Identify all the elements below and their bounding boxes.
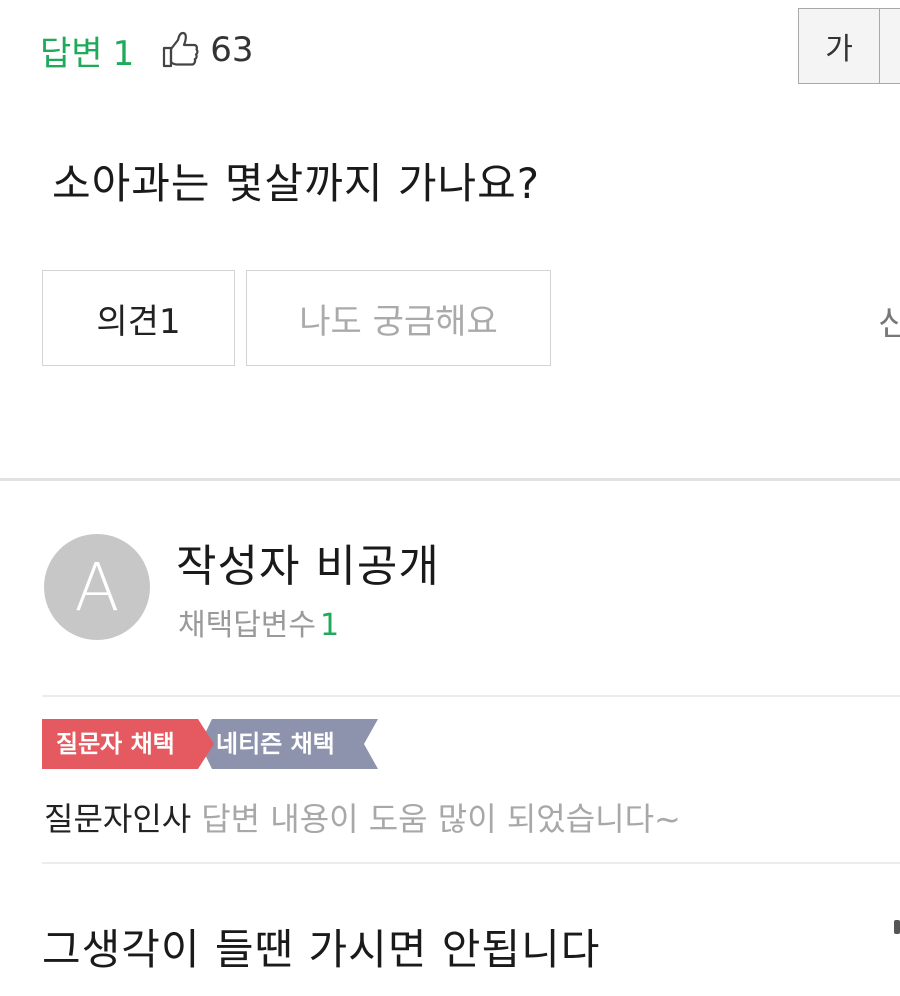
- opinion-label: 의견1: [96, 301, 181, 342]
- questioner-thanks: 질문자인사 답변 내용이 도움 많이 되었습니다~: [44, 794, 681, 840]
- author-name: 작성자 비공개: [176, 541, 440, 592]
- thumbs-up-icon: [163, 31, 199, 68]
- adoption-badges: 질문자 채택 네티즌 채택: [42, 719, 422, 769]
- section-divider: [0, 478, 900, 481]
- font-size-label: 가: [825, 32, 853, 67]
- questioner-adopted-badge: 질문자 채택: [56, 730, 175, 758]
- adopted-answer-label: 채택답변수: [178, 608, 316, 643]
- like-count: 63: [210, 30, 254, 70]
- avatar-letter: A: [74, 548, 120, 626]
- font-size-button-secondary[interactable]: [879, 8, 900, 84]
- me-too-curious-button[interactable]: 나도 궁금해요: [246, 270, 551, 366]
- answer-meta: 답변 1 63: [40, 26, 253, 75]
- divider: [42, 862, 900, 864]
- answer-body: 그생각이 들땐 가시면 안됩니다: [42, 925, 601, 974]
- divider: [42, 695, 900, 697]
- thanks-label: 질문자인사: [44, 800, 192, 838]
- curious-label: 나도 궁금해요: [299, 301, 498, 342]
- adopted-answer-stat: 채택답변수 1: [178, 600, 339, 644]
- answer-count-label: 답변: [40, 33, 103, 74]
- answer-count-number: 1: [112, 33, 135, 74]
- avatar: A: [44, 534, 150, 640]
- opinion-button[interactable]: 의견1: [42, 270, 235, 366]
- answer-count[interactable]: 답변 1: [40, 26, 134, 75]
- qa-page: 답변 1 63 가 소아과는 몇살까지 가나요? 의견1 나도 궁금해요 신 A …: [0, 0, 900, 996]
- like-button[interactable]: 63: [160, 30, 253, 70]
- edge-mark: [894, 920, 900, 934]
- cropped-edge-text: 신: [878, 304, 900, 344]
- question-title: 소아과는 몇살까지 가나요?: [52, 159, 541, 208]
- adopted-answer-count: 1: [320, 608, 340, 643]
- netizen-adopted-badge: 네티즌 채택: [216, 730, 335, 758]
- thanks-message: 답변 내용이 도움 많이 되었습니다~: [201, 800, 681, 838]
- font-size-button[interactable]: 가: [798, 8, 880, 84]
